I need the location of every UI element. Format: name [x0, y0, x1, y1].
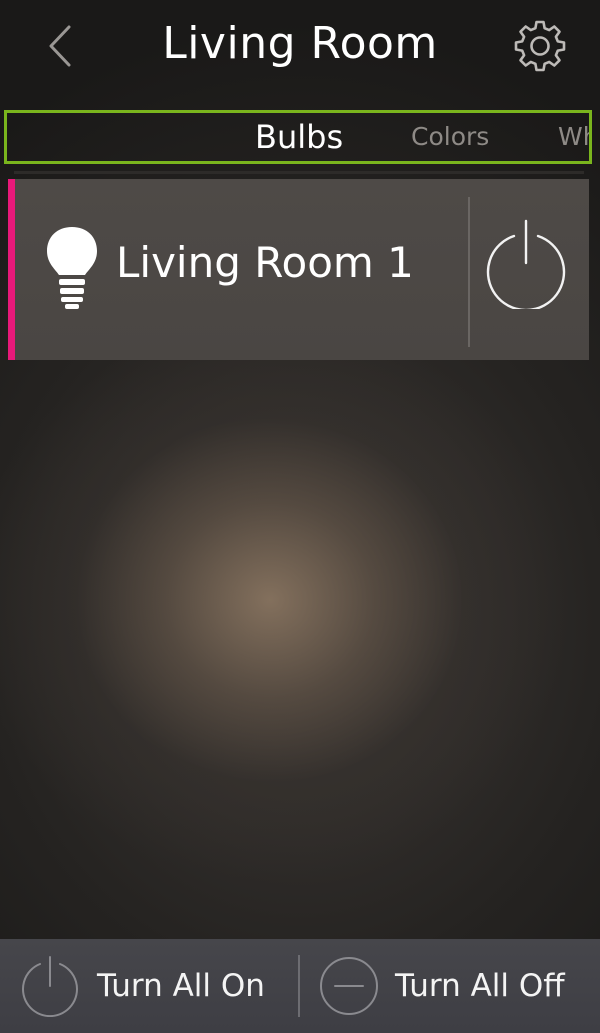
turn-all-off-button[interactable]: Turn All Off — [302, 939, 600, 1033]
turn-all-on-label: Turn All On — [97, 968, 265, 1004]
bulb-card: Living Room 1 — [8, 179, 589, 360]
settings-button[interactable] — [510, 16, 570, 76]
bottom-divider — [298, 955, 300, 1017]
gear-icon — [514, 20, 566, 72]
turn-all-on-button[interactable]: Turn All On — [0, 939, 296, 1033]
power-icon[interactable] — [482, 217, 570, 309]
bottom-bar: Turn All On Turn All Off — [0, 939, 600, 1033]
tab-whites[interactable]: Wh — [558, 113, 589, 161]
power-icon — [22, 956, 78, 1017]
tab-bar: Bulbs Colors Wh — [4, 110, 592, 164]
tab-colors[interactable]: Colors — [411, 113, 489, 161]
minus-circle-icon — [320, 957, 378, 1015]
bulb-accent-bar — [8, 179, 15, 360]
bulb-name: Living Room 1 — [116, 238, 414, 287]
turn-all-off-label: Turn All Off — [395, 968, 565, 1004]
tab-divider — [14, 171, 584, 174]
header: Living Room — [0, 0, 600, 95]
bulb-item-living-room-1[interactable]: Living Room 1 — [15, 179, 468, 360]
tab-bulbs[interactable]: Bulbs — [255, 113, 343, 161]
bulb-icon — [47, 227, 97, 309]
bulb-divider — [468, 197, 470, 347]
